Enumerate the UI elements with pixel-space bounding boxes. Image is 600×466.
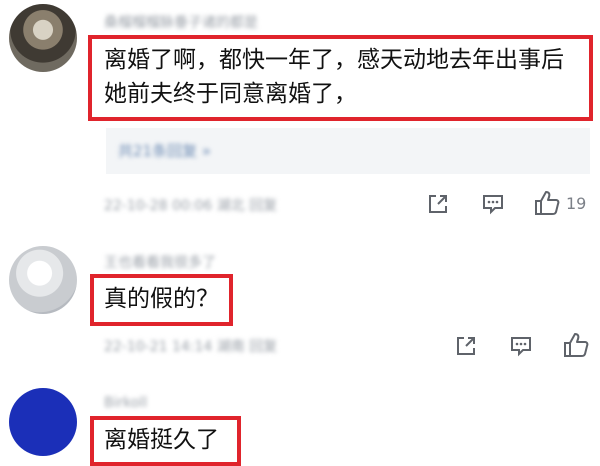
replies-expander[interactable]: 共21条回复 » <box>106 128 590 174</box>
avatar[interactable] <box>9 4 77 72</box>
comment-meta: 22-10-28 00:06 湖北 回复 <box>104 198 278 214</box>
avatar[interactable] <box>9 388 77 456</box>
comment-text: 她前夫终于同意离婚了， <box>104 81 357 107</box>
comment-text: 离婚了啊，都快一年了，感天动地去年出事后 <box>104 47 564 73</box>
comment-username[interactable]: 王也看看我很多了 <box>104 252 216 272</box>
comment-text: 真的假的？ <box>104 286 219 312</box>
comment-text: 离婚挺久了 <box>104 427 219 453</box>
avatar[interactable] <box>9 246 77 314</box>
comment-meta: 22-10-21 14:14 湖南 回复 <box>104 339 278 355</box>
like-count: 19 <box>566 194 587 213</box>
comment-username[interactable]: Birkoll <box>104 395 147 411</box>
comment-username[interactable]: 桑榴榴榴脉垂子诸的都是 <box>104 12 258 32</box>
share-icon[interactable] <box>424 190 452 218</box>
like-icon[interactable] <box>532 188 562 218</box>
replies-link[interactable]: 共21条回复 » <box>118 140 211 161</box>
comment-icon[interactable] <box>507 332 535 360</box>
comment-icon[interactable] <box>479 190 507 218</box>
like-icon[interactable] <box>561 330 591 360</box>
share-icon[interactable] <box>452 332 480 360</box>
